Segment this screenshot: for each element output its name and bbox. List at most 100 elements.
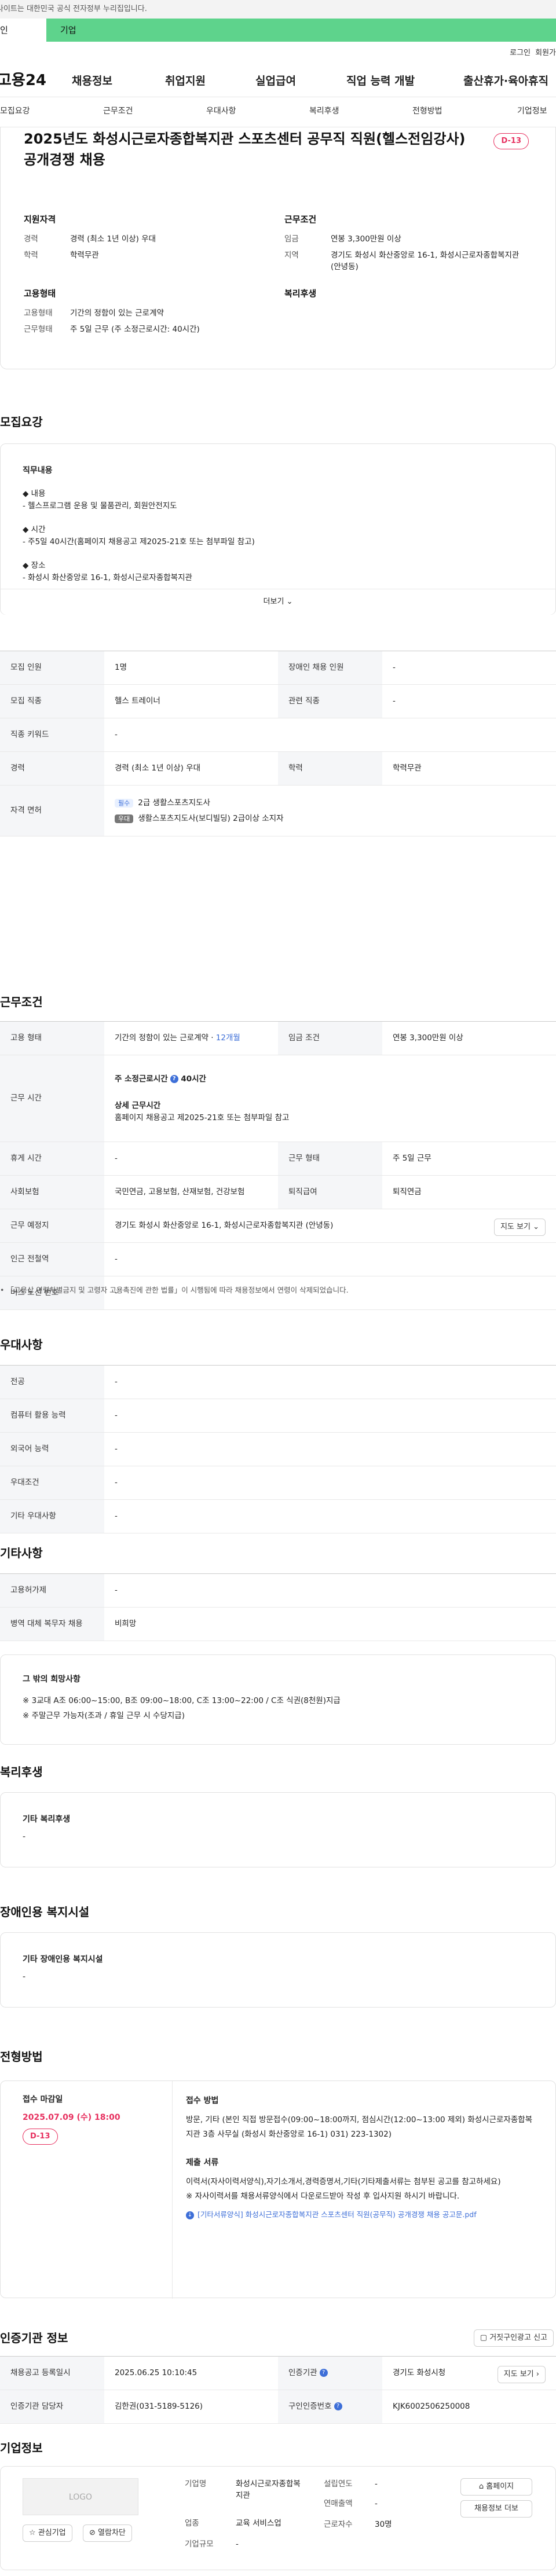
section-title: 기타사항: [0, 1546, 43, 1560]
preferred-table: 전공 - 컴퓨터 활용 능력 - 외국어 능력 - 우대조건 - 기타 우대사항 -: [0, 1365, 556, 1533]
anchor-recruit[interactable]: 모집요강: [0, 105, 30, 118]
docs-note: ※ 자사이력서를 채용서류양식에서 다운로드받아 작성 후 입사지원 하시기 바…: [186, 2192, 460, 2201]
report-fake-ad-button[interactable]: ▢ 거짓구인광고 신고: [473, 2329, 554, 2347]
detail-value: 교육 서비스업: [236, 2519, 281, 2528]
docs-label: 제출 서류: [186, 2158, 219, 2167]
block-label: 열람차단: [98, 2529, 126, 2537]
table-row: 인증기관 담당자 김한권(031-5189-5126) 구인인증번호? KJK6…: [0, 2390, 556, 2424]
summary-employment: 고용형태 고용형태 기간의 정함이 있는 근로계약 근무형태 주 5일 근무 (주 …: [24, 287, 267, 340]
table-cell: 학력무관: [382, 751, 556, 786]
table-cell: -: [382, 684, 556, 718]
summary-value: 경력 (최소 1년 이상) 우대: [70, 234, 156, 244]
summary-key: 학력: [24, 250, 38, 260]
table-header: 인근 전철역: [0, 1242, 104, 1276]
section-title: 우대사항: [0, 1338, 43, 1352]
license-required: 2급 생활스포츠지도사: [138, 798, 210, 808]
detail-value: 30명: [375, 2520, 392, 2529]
table-header: 고용허가제: [0, 1573, 104, 1608]
more-button[interactable]: 더보기 ⌄: [1, 589, 555, 615]
more-label: 더보기: [263, 597, 284, 606]
detail-key: 기업명: [185, 2479, 207, 2489]
etc-wish-line: ※ 주말근무 가능자(조과 / 휴일 근무 시 수당지급): [23, 1711, 185, 1720]
table-header: 장애인 채용 인원: [278, 651, 382, 685]
duty-line: - 화성시 화산중앙로 16-1, 화성시근로자종합복지관: [23, 573, 192, 582]
company-logo: LOGO: [23, 2478, 138, 2515]
tab-enterprise[interactable]: 기업: [46, 19, 556, 42]
table-cell: -: [104, 1499, 556, 1533]
table-row: 채용공고 등록일시 2025.06.25 10:10:45 인증기관? 경기도 …: [0, 2356, 556, 2390]
deadline-block: 접수 마감일 2025.07.09 (수) 18:00 D-13: [23, 2094, 162, 2145]
join-link[interactable]: 회원가: [535, 47, 556, 59]
detail-key: 업종: [185, 2519, 199, 2528]
info-icon[interactable]: ?: [170, 1075, 178, 1084]
section-title: 모집요강: [0, 415, 43, 429]
table-cell: 2025.06.25 10:10:45: [104, 2356, 278, 2390]
table-header: 경력: [0, 751, 104, 786]
table-header: 관련 직종: [278, 684, 382, 718]
summary-key: 임금: [284, 234, 299, 244]
table-header: 채용공고 등록일시: [0, 2356, 104, 2390]
recruit-section: 모집요강 직무내용 ◆ 내용 - 헬스프로그램 운용 및 물품관리, 회원안전지…: [0, 369, 556, 971]
table-row: 사회보험 국민연금, 고용보험, 산재보험, 건강보험 퇴직급여 퇴직연금: [0, 1175, 556, 1209]
table-row: 고용허가제 -: [0, 1573, 556, 1608]
gnb-menu-leave[interactable]: 출산휴가·육아휴직: [463, 73, 548, 90]
utility-bar: 로그인 회원가: [0, 42, 556, 64]
company-card: LOGO ☆ 관심기업 ⊘ 열람차단 기업명 화성시근로자종합복지관 설립연도 …: [0, 2466, 556, 2570]
work-section: 근무조건 고용 형태 기간의 정함이 있는 근로계약 · 12개월 임금 조건 …: [0, 971, 556, 1310]
attachment-link[interactable]: ↓ [기타서류양식] 화성시근로자종합복지관 스포츠센터 직원(공무직) 공개경쟁…: [186, 2207, 533, 2222]
gnb-menu-training[interactable]: 직업 능력 개발: [346, 73, 415, 90]
anchor-work[interactable]: 근무조건: [103, 105, 133, 118]
summary-value: 경기도 화성시 화산중앙로 16-1, 화성시근로자종합복지관 (안녕동): [331, 250, 520, 271]
disabled-facility-value: -: [23, 1972, 26, 1981]
table-header: 병역 대체 복무자 채용: [0, 1607, 104, 1641]
table-row: 기타 우대사항 -: [0, 1499, 556, 1533]
detail-key: 설립연도: [324, 2479, 353, 2489]
table-cell: -: [104, 1399, 556, 1433]
anchor-preferred[interactable]: 우대사항: [206, 105, 236, 118]
summary-heading: 지원자격: [24, 214, 56, 225]
duty-line: - 헬스프로그램 운용 및 물품관리, 회원안전지도: [23, 501, 177, 511]
weekly-hours: 40시간: [181, 1074, 206, 1084]
site-logo[interactable]: 고용24: [0, 69, 46, 92]
table-cell: -: [104, 718, 556, 752]
agency-map-button[interactable]: 지도 보기 ›: [497, 2366, 546, 2383]
table-cell: -: [104, 1466, 556, 1500]
chevron-right-icon: ›: [536, 2370, 539, 2379]
homepage-button[interactable]: ⌂ 홈페이지: [460, 2478, 532, 2496]
anchor-selection[interactable]: 전형방법: [412, 105, 442, 118]
gnb-menu-jobs[interactable]: 채용정보: [72, 73, 112, 90]
info-icon[interactable]: ?: [334, 2402, 342, 2411]
table-row: 직종 키워드 -: [0, 718, 556, 752]
page-title: 2025년도 화성시근로자종합복지관 스포츠센터 공무직 직원(헬스전임강사) …: [24, 131, 466, 168]
table-row: 근무 시간 주 소정근로시간? 40시간 상세 근무시간 홈페이지 채용공고 제…: [0, 1055, 556, 1142]
global-navigation: 고용24 채용정보 취업지원 실업급여 직업 능력 개발 출산휴가·육아휴직: [0, 64, 556, 97]
table-cell: -: [104, 1573, 556, 1608]
section-title: 장애인용 복지시설: [0, 1905, 90, 1919]
method-label: 접수 방법: [186, 2096, 219, 2105]
disabled-facility-card: 기타 장애인용 복지시설 -: [0, 1932, 556, 2008]
table-row: 고용 형태 기간의 정함이 있는 근로계약 · 12개월 임금 조건 연봉 3,…: [0, 1021, 556, 1055]
anchor-welfare[interactable]: 복리후생: [309, 105, 339, 118]
deadline-value: 2025.07.09 (수) 18:00: [23, 2113, 120, 2122]
table-header: 우대조건: [0, 1466, 104, 1500]
favorite-label: 관심기업: [38, 2529, 66, 2537]
etc-wish-card: 그 밖의 희망사항 ※ 3교대 A조 06:00~15:00, B조 09:00…: [0, 1654, 556, 1745]
company-jobs-button[interactable]: 채용정보 더보: [460, 2500, 532, 2518]
map-button[interactable]: 지도 보기 ⌄: [493, 1219, 546, 1236]
favorite-company-button[interactable]: ☆ 관심기업: [23, 2524, 72, 2542]
table-header: 구인인증번호?: [278, 2390, 382, 2424]
anchor-company[interactable]: 기업정보: [517, 105, 547, 118]
login-link[interactable]: 로그인: [510, 47, 531, 59]
table-cell: 헬스 트레이너: [104, 684, 278, 718]
tab-individual[interactable]: 인: [0, 19, 46, 42]
dday-badge: D-13: [23, 2129, 58, 2145]
detail-value: -: [375, 2499, 378, 2508]
table-cell: 주 5일 근무: [382, 1142, 556, 1176]
block-company-button[interactable]: ⊘ 열람차단: [83, 2524, 132, 2542]
gnb-menu-support[interactable]: 취업지원: [165, 73, 206, 90]
table-header: 고용 형태: [0, 1021, 104, 1055]
summary-qualification: 지원자격 경력 경력 (최소 1년 이상) 우대 학력 학력무관: [24, 213, 267, 266]
info-icon[interactable]: ?: [319, 2369, 328, 2377]
gnb-menu-unemployment[interactable]: 실업급여: [255, 73, 296, 90]
summary-heading: 근무조건: [284, 214, 317, 225]
